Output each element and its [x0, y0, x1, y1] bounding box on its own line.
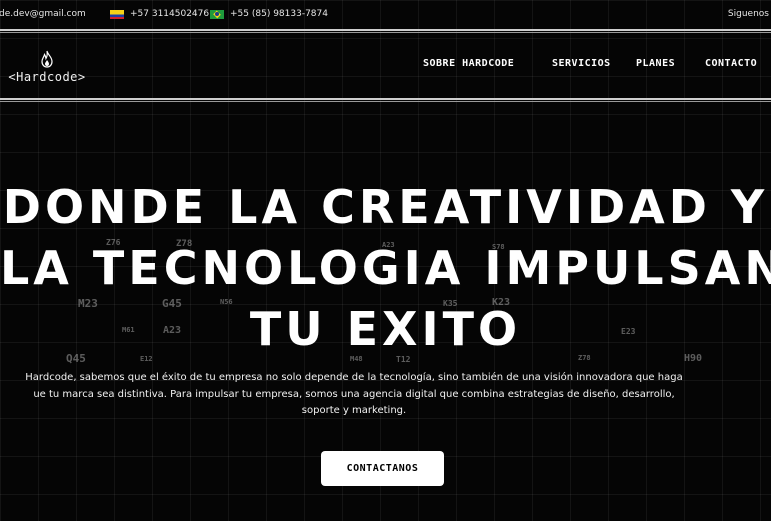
code-label: T12 — [396, 355, 411, 364]
header-divider — [0, 98, 771, 100]
nav-link-contacto[interactable]: CONTACTO — [705, 58, 757, 69]
hero-description: Hardcode, sabemos que el éxito de tu emp… — [0, 370, 714, 420]
nav-link-servicios[interactable]: SERVICIOS — [552, 58, 611, 69]
hero-title-line-2: LA TECNOLOGIA IMPULSAN — [0, 241, 771, 295]
header-divider-thin — [0, 101, 771, 102]
phone-colombia[interactable]: +57 3114502476 — [110, 9, 209, 19]
follow-us-label[interactable]: Siguenos — [728, 9, 769, 19]
top-divider — [0, 29, 771, 31]
contact-bar: de.dev@gmail.com +57 3114502476 +55 (85)… — [0, 0, 771, 28]
hero-description-line: Hardcode, sabemos que el éxito de tu emp… — [25, 372, 683, 383]
flame-icon — [41, 50, 53, 68]
code-label: M48 — [350, 355, 363, 363]
brazil-flag-icon — [210, 9, 224, 19]
hero-description-line: ue tu marca sea distintiva. Para impulsa… — [33, 388, 675, 400]
hero-title-line-3: TU EXITO — [249, 302, 522, 356]
nav-link-planes[interactable]: PLANES — [636, 58, 675, 69]
contact-us-button[interactable]: CONTACTANOS — [321, 451, 444, 486]
phone-brazil[interactable]: +55 (85) 98133-7874 — [210, 9, 328, 19]
colombia-flag-icon — [110, 9, 124, 19]
email-link[interactable]: de.dev@gmail.com — [0, 9, 86, 19]
site-logo[interactable]: <Hardcode> — [4, 50, 90, 84]
nav-link-sobre-hardcode[interactable]: SOBRE HARDCODE — [423, 58, 514, 69]
phone-brazil-text: +55 (85) 98133-7874 — [230, 9, 328, 19]
logo-text: <Hardcode> — [8, 70, 86, 84]
hero-title-line-1: DONDE LA CREATIVIDAD Y — [2, 180, 769, 234]
code-label: E12 — [140, 355, 153, 363]
hero-description-line: soporte y marketing. — [301, 405, 407, 416]
phone-colombia-text: +57 3114502476 — [130, 9, 210, 19]
top-divider-thin — [0, 32, 771, 33]
